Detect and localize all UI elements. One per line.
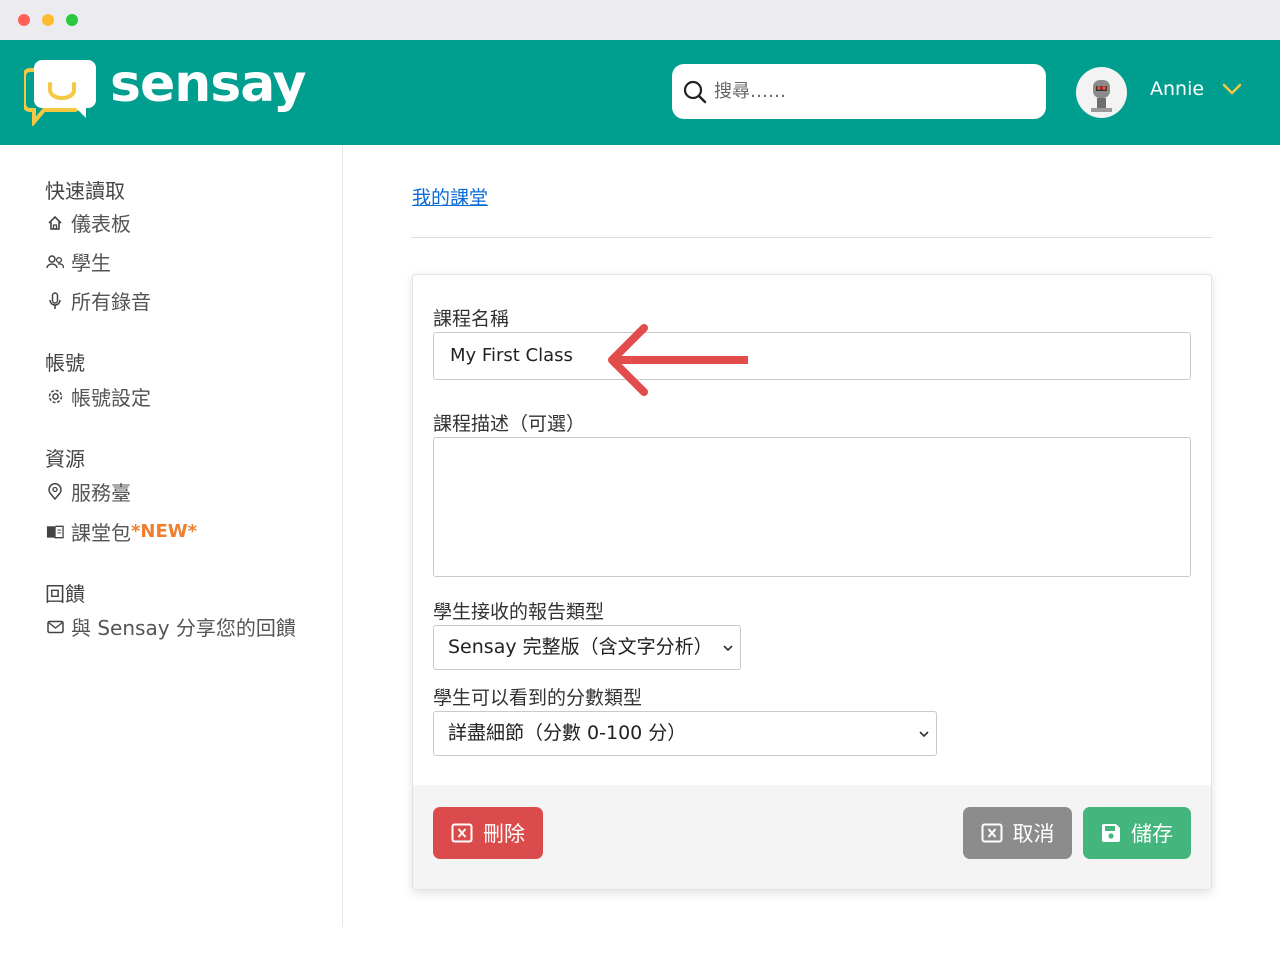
score-type-select[interactable]: 詳盡細節（分數 0-100 分） xyxy=(433,711,937,756)
mail-icon xyxy=(46,618,64,636)
sidebar-item-dashboard[interactable]: 儀表板 xyxy=(46,208,131,237)
gear-icon xyxy=(46,388,64,406)
help-icon xyxy=(46,483,64,501)
microphone-icon xyxy=(46,291,64,310)
delete-button[interactable]: 刪除 xyxy=(433,807,543,859)
sidebar-item-label: 所有錄音 xyxy=(71,290,151,314)
sidebar-item-recordings[interactable]: 所有錄音 xyxy=(46,286,151,315)
floppy-disk-icon xyxy=(1102,824,1120,842)
cancel-button[interactable]: 取消 xyxy=(963,807,1072,859)
course-description-textarea[interactable] xyxy=(433,437,1191,577)
app-header: sensay Annie xyxy=(0,40,1280,145)
score-type-label: 學生可以看到的分數類型 xyxy=(433,687,643,709)
delete-button-label: 刪除 xyxy=(483,822,525,846)
sidebar-item-students[interactable]: 學生 xyxy=(46,247,111,276)
search-icon xyxy=(683,80,707,104)
sidebar-item-label: 儀表板 xyxy=(71,212,131,236)
brand-name: sensay xyxy=(110,54,307,114)
close-box-icon xyxy=(451,823,473,843)
close-box-icon xyxy=(981,823,1002,843)
sidebar-section-feedback: 回饋 xyxy=(45,582,85,606)
cancel-button-label: 取消 xyxy=(1012,822,1055,846)
chevron-down-icon xyxy=(919,731,929,738)
book-icon xyxy=(46,523,64,541)
search-input[interactable] xyxy=(714,74,1034,108)
users-icon xyxy=(46,253,64,271)
save-button-label: 儲存 xyxy=(1131,822,1173,846)
course-description-label: 課程描述（可選） xyxy=(433,413,586,435)
report-type-select[interactable]: Sensay 完整版（含文字分析） xyxy=(433,625,741,670)
save-button[interactable]: 儲存 xyxy=(1083,807,1191,859)
avatar[interactable] xyxy=(1076,67,1127,118)
report-type-label: 學生接收的報告類型 xyxy=(433,601,605,623)
new-badge: *NEW* xyxy=(131,521,198,542)
sidebar-item-label: 帳號設定 xyxy=(71,386,151,410)
course-name-input[interactable]: My First Class xyxy=(433,332,1191,380)
sidebar-section-quick-access: 快速讀取 xyxy=(45,179,125,203)
report-type-value: Sensay 完整版（含文字分析） xyxy=(448,636,713,658)
chevron-down-icon xyxy=(723,645,733,652)
sidebar-item-account-settings[interactable]: 帳號設定 xyxy=(46,382,151,411)
sidebar-section-resources: 資源 xyxy=(45,447,85,471)
divider xyxy=(411,237,1212,238)
close-window-button[interactable] xyxy=(18,14,30,26)
sidebar: 快速讀取 儀表板 學生 所有錄音 帳號 帳號設定 資源 服務臺 課堂包 *NEW… xyxy=(0,145,343,927)
sidebar-item-label: 學生 xyxy=(71,251,111,275)
home-icon xyxy=(46,214,64,232)
sensay-logo-icon[interactable] xyxy=(24,58,100,126)
maximize-window-button[interactable] xyxy=(66,14,78,26)
sidebar-section-account: 帳號 xyxy=(45,351,85,375)
robot-avatar-icon xyxy=(1091,80,1112,112)
sidebar-item-label: 課堂包 xyxy=(71,521,131,545)
arrow-annotation-icon xyxy=(608,324,748,396)
chevron-down-icon[interactable] xyxy=(1222,82,1242,96)
score-type-value: 詳盡細節（分數 0-100 分） xyxy=(448,722,687,744)
sidebar-item-label: 服務臺 xyxy=(71,481,131,505)
search-box[interactable] xyxy=(672,64,1046,119)
course-name-label: 課程名稱 xyxy=(433,308,510,330)
sidebar-item-help-desk[interactable]: 服務臺 xyxy=(46,477,131,506)
sidebar-item-label: 與 Sensay 分享您的回饋 xyxy=(71,616,296,640)
window-titlebar xyxy=(0,0,1280,40)
breadcrumb-my-classes[interactable]: 我的課堂 xyxy=(412,183,488,210)
sidebar-item-class-packs[interactable]: 課堂包 *NEW* xyxy=(46,517,197,546)
minimize-window-button[interactable] xyxy=(42,14,54,26)
user-name[interactable]: Annie xyxy=(1150,78,1204,100)
sidebar-item-share-feedback[interactable]: 與 Sensay 分享您的回饋 xyxy=(46,612,296,641)
